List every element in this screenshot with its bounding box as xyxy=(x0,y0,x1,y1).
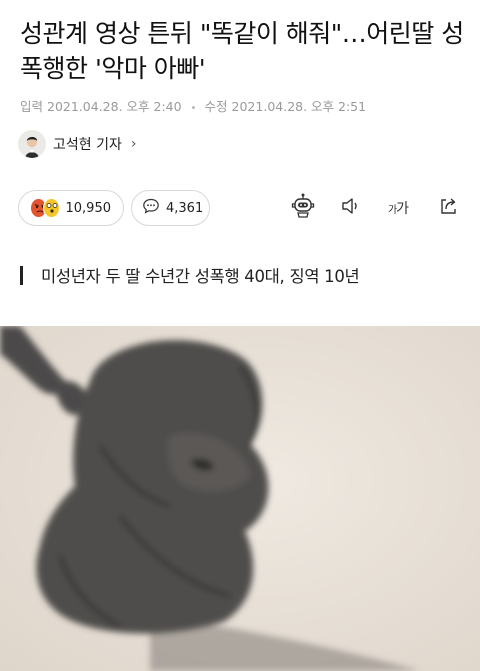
article-page: 성관계 영상 튼뒤 "똑같이 해줘"…어린딸 성폭행한 '악마 아빠' 입력 2… xyxy=(0,0,480,671)
article-illustration xyxy=(0,326,480,671)
date-separator xyxy=(191,106,195,109)
author-name: 고석현 기자 xyxy=(53,137,122,153)
font-size-icon: 가가 xyxy=(387,198,409,218)
speech-bubble-icon xyxy=(142,197,160,219)
author-avatar xyxy=(18,130,46,158)
summary-button[interactable] xyxy=(289,192,317,224)
share-button[interactable] xyxy=(435,194,463,222)
comment-count: 4,361 xyxy=(166,200,204,216)
robot-summary-icon xyxy=(289,192,317,224)
published-label: 입력 xyxy=(20,99,44,114)
speaker-icon xyxy=(339,194,363,222)
chevron-right-icon: › xyxy=(130,136,137,152)
share-icon xyxy=(437,194,461,222)
surprised-emoji-icon xyxy=(42,198,60,218)
published-time: 2021.04.28. 오후 2:40 xyxy=(47,99,182,114)
font-size-large-label: 가 xyxy=(396,201,409,217)
modified-time: 2021.04.28. 오후 2:51 xyxy=(231,99,367,114)
article-dates: 입력 2021.04.28. 오후 2:40 수정 2021.04.28. 오후… xyxy=(20,96,366,115)
author-link[interactable]: 고석현 기자 › xyxy=(18,130,136,158)
reaction-count: 10,950 xyxy=(65,200,112,216)
article-headline: 성관계 영상 튼뒤 "똑같이 해줘"…어린딸 성폭행한 '악마 아빠' xyxy=(20,19,464,83)
font-size-button[interactable]: 가가 xyxy=(384,194,412,222)
subheadline-text: 미성년자 두 딸 수년간 성폭행 40대, 징역 10년 xyxy=(41,267,360,286)
modified-label: 수정 xyxy=(204,99,228,114)
text-to-speech-button[interactable] xyxy=(337,194,365,222)
comment-button[interactable]: 4,361 xyxy=(131,190,210,226)
reaction-button[interactable]: 10,950 xyxy=(18,190,124,226)
article-subheadline: 미성년자 두 딸 수년간 성폭행 40대, 징역 10년 xyxy=(20,263,360,287)
subheadline-bar xyxy=(20,265,23,285)
font-size-small-label: 가 xyxy=(387,205,397,216)
